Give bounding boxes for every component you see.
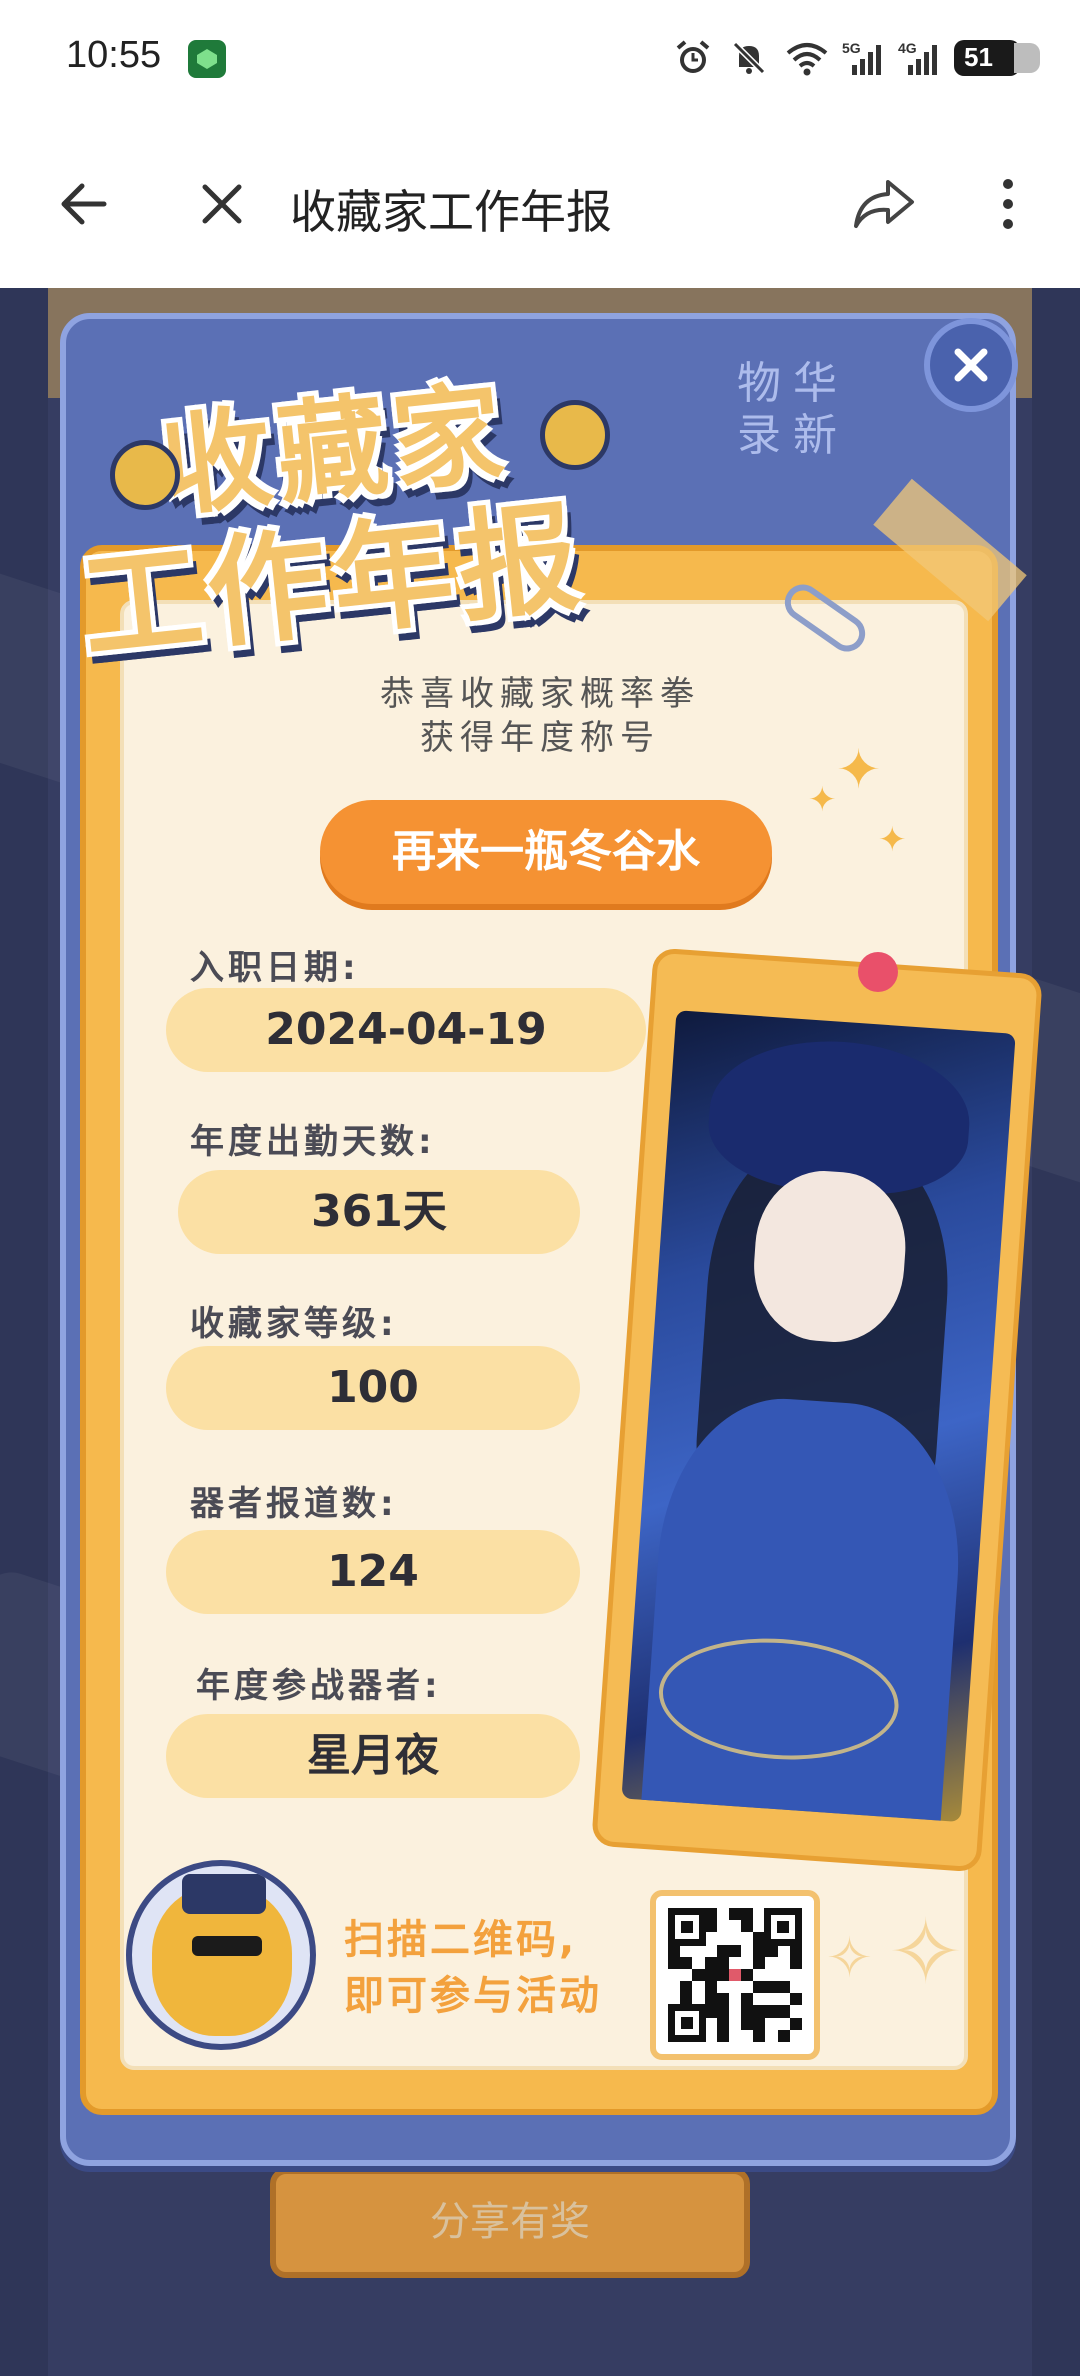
more-vertical-icon <box>1003 179 1013 229</box>
mascot-icon <box>540 400 610 470</box>
close-page-button[interactable] <box>180 162 264 246</box>
mascot-avatar <box>126 1860 316 2050</box>
field-value-reports: 124 <box>166 1530 580 1614</box>
mute-bell-icon <box>730 39 768 77</box>
sparkle-icon: ✦ <box>808 780 837 820</box>
battery-level: 51 <box>964 42 993 72</box>
svg-text:5G: 5G <box>842 40 861 56</box>
wifi-icon <box>786 39 828 77</box>
svg-text:4G: 4G <box>898 40 917 56</box>
award-title-badge: 再来一瓶冬谷水 <box>320 800 772 904</box>
more-options-button[interactable] <box>966 162 1050 246</box>
close-icon <box>954 348 988 382</box>
signal-5g-icon: 5G <box>842 39 881 77</box>
battery-icon: 51 <box>954 40 1040 76</box>
scan-line-2: 即可参与活动 <box>344 1973 602 2019</box>
report-logo: 收藏家 工作年报 <box>70 360 690 679</box>
alarm-icon <box>674 39 712 77</box>
field-label-join-date: 入职日期: <box>190 948 360 988</box>
field-label-partner: 年度参战器者: <box>196 1666 442 1706</box>
congrats-line-2: 获得年度称号 <box>420 718 660 758</box>
scan-instruction: 扫描二维码, 即可参与活动 <box>344 1912 602 2024</box>
sparkle-icon: ✧ <box>826 1926 873 1991</box>
qr-finder <box>668 1908 706 1946</box>
pushpin-icon <box>858 952 898 992</box>
signal-4g-icon: 4G <box>898 39 937 77</box>
congrats-line-1: 恭喜收藏家概率拳 <box>380 674 700 714</box>
field-value-join-date: 2024-04-19 <box>166 988 646 1072</box>
sparkle-icon: ✧ <box>888 1900 964 2005</box>
qr-finder <box>668 2004 706 2042</box>
qr-code[interactable] <box>650 1890 820 2060</box>
share-button[interactable] <box>842 162 926 246</box>
field-value-partner: 星月夜 <box>166 1714 580 1798</box>
share-icon <box>854 180 914 228</box>
title-bar: 收藏家工作年报 <box>0 120 1080 288</box>
app-notification-icon <box>188 40 226 78</box>
sparkle-icon: ✦ <box>878 820 907 860</box>
character-illustration <box>621 1010 1016 1823</box>
page-title: 收藏家工作年报 <box>290 185 612 239</box>
field-label-attendance: 年度出勤天数: <box>190 1122 436 1162</box>
status-time: 10:55 <box>66 34 162 76</box>
congrats-text: 恭喜收藏家概率拳 获得年度称号 <box>300 672 780 760</box>
character-art-card <box>591 947 1043 1873</box>
field-label-level: 收藏家等级: <box>190 1304 398 1344</box>
modal-close-button[interactable] <box>924 318 1018 412</box>
arrow-left-icon <box>61 183 107 225</box>
qr-finder <box>764 1908 802 1946</box>
brand-seal: 物华 录新 <box>737 358 837 461</box>
scan-line-1: 扫描二维码, <box>344 1917 578 1963</box>
status-bar: 10:55 5G 4G 51 <box>0 0 1080 120</box>
share-reward-button[interactable]: 分享有奖 <box>270 2168 750 2278</box>
field-label-reports: 器者报道数: <box>190 1484 398 1524</box>
field-value-level: 100 <box>166 1346 580 1430</box>
sparkle-icon: ✦ <box>836 738 882 801</box>
field-value-attendance: 361天 <box>178 1170 580 1254</box>
close-icon <box>202 184 242 224</box>
mascot-icon <box>110 440 180 510</box>
back-button[interactable] <box>42 162 126 246</box>
